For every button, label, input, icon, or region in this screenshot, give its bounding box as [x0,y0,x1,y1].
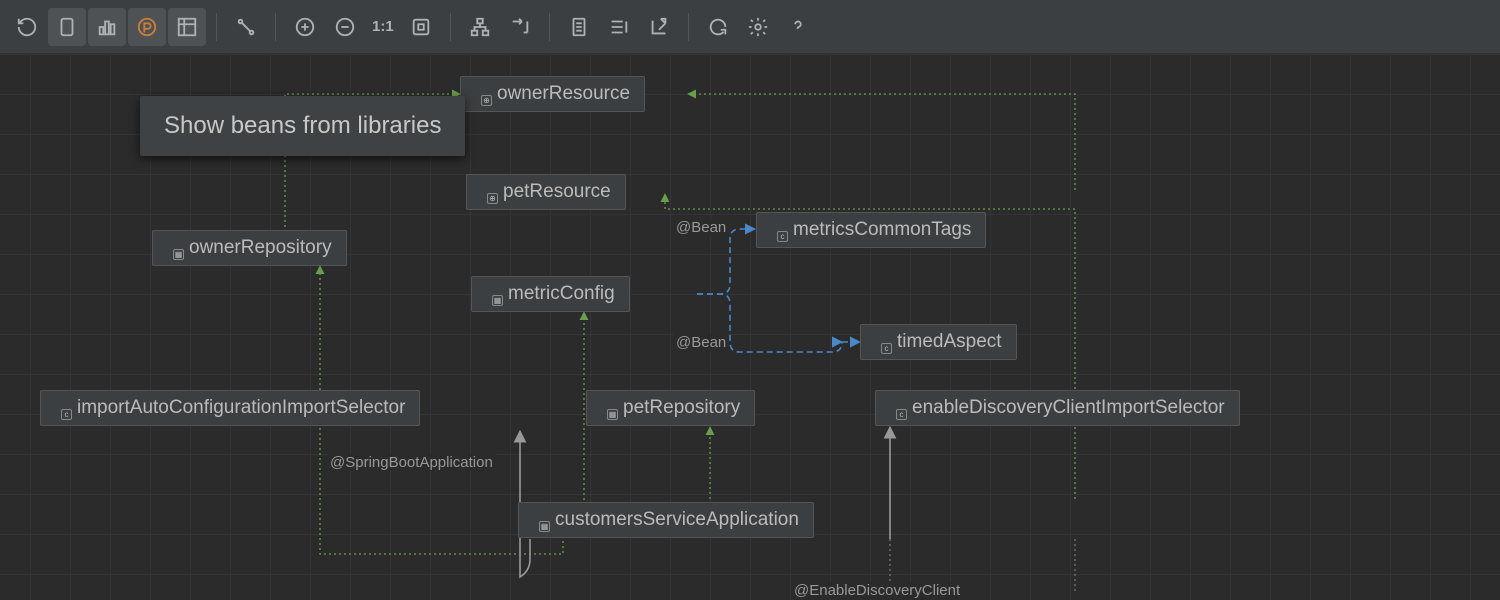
spring-bean-icon: c [869,332,889,352]
zoom-out-icon[interactable] [326,8,364,46]
bean-node-customersServiceApplication[interactable]: ▦ customersServiceApplication [518,502,814,538]
bean-label: metricsCommonTags [793,219,971,241]
edge-label-bean: @Bean [674,219,728,236]
export-icon[interactable] [640,8,678,46]
bean-label: ownerResource [497,83,630,105]
bean-label: petRepository [623,397,740,419]
document-icon[interactable] [560,8,598,46]
bean-label: timedAspect [897,331,1002,353]
sync-icon[interactable] [699,8,737,46]
layout-icon[interactable] [168,8,206,46]
toolbar-separator [450,13,451,41]
spring-bean-icon: ▦ [527,510,547,530]
spring-bean-icon: ⊕ [475,182,495,202]
connection-icon[interactable] [227,8,265,46]
spring-bean-icon: ▦ [480,284,500,304]
gear-icon[interactable] [739,8,777,46]
bean-label: metricConfig [508,283,615,305]
diagram-canvas[interactable]: Show beans from libraries ⊕ ownerResourc… [0,54,1500,600]
fit-content-icon[interactable] [402,8,440,46]
toolbar-separator [688,13,689,41]
package-icon[interactable] [128,8,166,46]
bean-node-enableDiscoveryClientImportSelector[interactable]: c enableDiscoveryClientImportSelector [875,390,1240,426]
route-icon[interactable] [501,8,539,46]
bean-label: enableDiscoveryClientImportSelector [912,397,1225,419]
bean-label: ownerRepository [189,237,332,259]
hierarchy-icon[interactable] [461,8,499,46]
bean-node-importAutoConfigurationImportSelector[interactable]: c importAutoConfigurationImportSelector [40,390,420,426]
zoom-in-icon[interactable] [286,8,324,46]
spring-bean-icon: ▦ [595,398,615,418]
edge-label-bean: @Bean [674,334,728,351]
toolbar-separator [216,13,217,41]
bean-label: customersServiceApplication [555,509,799,531]
file-view-icon[interactable] [48,8,86,46]
spring-bean-icon: ▦ [161,238,181,258]
bean-node-ownerRepository[interactable]: ▦ ownerRepository [152,230,347,266]
bean-node-metricsCommonTags[interactable]: c metricsCommonTags [756,212,986,248]
help-icon[interactable] [779,8,817,46]
bean-node-petResource[interactable]: ⊕ petResource [466,174,626,210]
chart-view-icon[interactable] [88,8,126,46]
bean-node-petRepository[interactable]: ▦ petRepository [586,390,755,426]
refresh-icon[interactable] [8,8,46,46]
bean-label: petResource [503,181,611,203]
edge-label-springboot: @SpringBootApplication [328,454,495,471]
spring-bean-icon: ⊕ [469,84,489,104]
edge-label-discovery: @EnableDiscoveryClient [792,582,962,599]
list-details-icon[interactable] [600,8,638,46]
bean-node-ownerResource[interactable]: ⊕ ownerResource [460,76,645,112]
bean-node-timedAspect[interactable]: c timedAspect [860,324,1017,360]
bean-label: importAutoConfigurationImportSelector [77,397,405,419]
toolbar: 1:1 [0,0,1500,54]
spring-bean-icon: c [765,220,785,240]
bean-node-metricConfig[interactable]: ▦ metricConfig [471,276,630,312]
tooltip: Show beans from libraries [140,96,465,156]
toolbar-separator [549,13,550,41]
spring-bean-icon: c [49,398,69,418]
zoom-reset-button[interactable]: 1:1 [366,18,400,35]
toolbar-separator [275,13,276,41]
spring-bean-icon: c [884,398,904,418]
